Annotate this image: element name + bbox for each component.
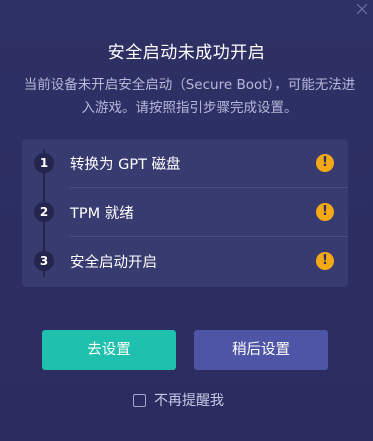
step-item-gpt-disk: 1 转换为 GPT 磁盘 ! <box>22 139 348 187</box>
warning-icon: ! <box>316 154 334 172</box>
dialog-title: 安全启动未成功开启 <box>107 43 266 63</box>
warning-icon: ! <box>316 252 334 270</box>
step-number: 3 <box>34 251 54 271</box>
step-label: 转换为 GPT 磁盘 <box>70 157 181 173</box>
dialog-description: 当前设备未开启安全启动（Secure Boot），可能无法进入游戏。请按照指引步… <box>23 77 356 116</box>
step-label: 安全启动开启 <box>70 255 157 271</box>
dont-remind-option[interactable]: 不再提醒我 <box>133 390 224 410</box>
step-item-tpm: 2 TPM 就绪 ! <box>22 188 348 236</box>
secure-boot-dialog: 安全启动未成功开启 当前设备未开启安全启动（Secure Boot），可能无法进… <box>0 0 373 441</box>
step-number: 1 <box>34 153 54 173</box>
dont-remind-label: 不再提醒我 <box>154 393 224 409</box>
warning-icon: ! <box>316 203 334 221</box>
set-later-button[interactable]: 稍后设置 <box>194 330 328 370</box>
step-number: 2 <box>34 202 54 222</box>
close-icon[interactable] <box>355 2 369 16</box>
step-label: TPM 就绪 <box>70 206 134 222</box>
step-item-secure-boot: 3 安全启动开启 ! <box>22 237 348 285</box>
go-settings-button[interactable]: 去设置 <box>42 330 176 370</box>
steps-panel: 1 转换为 GPT 磁盘 ! 2 TPM 就绪 ! 3 安全启动开启 ! <box>22 139 348 287</box>
dont-remind-checkbox[interactable] <box>133 393 146 407</box>
